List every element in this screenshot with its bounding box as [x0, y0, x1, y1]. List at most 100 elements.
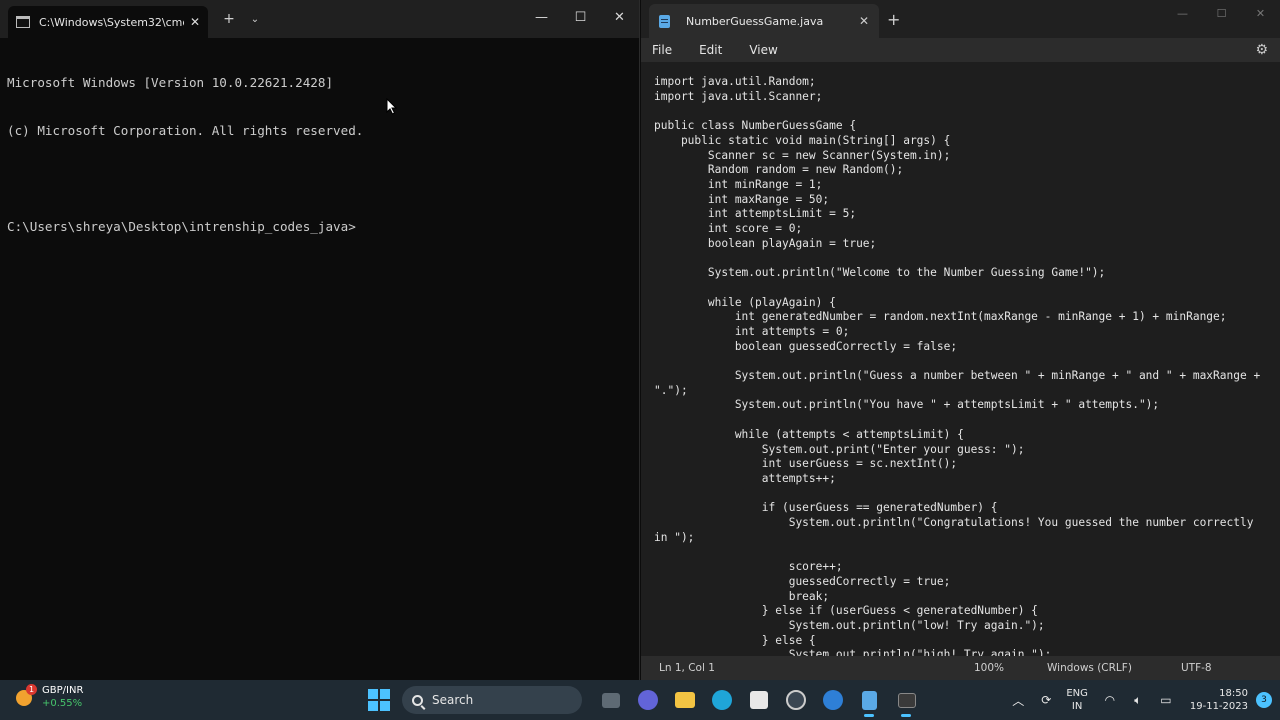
cursor-position: Ln 1, Col 1 [659, 662, 715, 674]
menu-file[interactable]: File [652, 43, 672, 57]
maximize-button[interactable]: ☐ [561, 0, 600, 34]
clock[interactable]: 18:50 19-11-2023 [1190, 687, 1248, 713]
line-ending: Windows (CRLF) [1047, 662, 1132, 674]
notification-badge[interactable]: 3 [1256, 692, 1272, 708]
maximize-button[interactable]: ☐ [1202, 0, 1241, 26]
close-button[interactable]: ✕ [1241, 0, 1280, 26]
gear-icon[interactable]: ⚙ [1255, 42, 1268, 58]
code-line: Random random = new Random(); [654, 163, 904, 177]
code-line: import java.util.Scanner; [654, 89, 823, 103]
language-top: ENG [1066, 688, 1088, 699]
chevron-up-icon[interactable]: ︿ [1004, 692, 1032, 709]
code-line: import java.util.Random; [654, 75, 816, 88]
terminal-tab[interactable]: C:\Windows\System32\cmd.e ✕ [8, 6, 208, 38]
teams-chat-icon[interactable] [629, 685, 666, 715]
terminal-titlebar: C:\Windows\System32\cmd.e ✕ + ⌄ — ☐ ✕ [0, 0, 639, 38]
encoding: UTF-8 [1181, 662, 1212, 674]
wifi-icon[interactable]: ◠ [1096, 693, 1124, 707]
widget-title: GBP/INR [42, 685, 84, 696]
code-text: import java.util.Random; import java.util… [654, 75, 1267, 656]
task-view-icon[interactable] [592, 685, 629, 715]
code-line: score++; [654, 560, 843, 574]
code-line: break; [654, 589, 830, 603]
taskbar-search[interactable]: Search [402, 686, 582, 714]
minimize-button[interactable]: — [1163, 0, 1202, 26]
terminal-window-controls: — ☐ ✕ [522, 0, 639, 34]
system-tray: ︿ ⟳ ENG IN ◠ 🔈︎ ▭ 18:50 19-11-2023 3 [1004, 680, 1280, 720]
file-explorer-icon[interactable] [666, 685, 703, 715]
code-line: System.out.print("Enter your guess: "); [654, 442, 1025, 456]
code-line: System.out.println("Congratulations! You… [654, 516, 1254, 530]
taskbar-apps: Search [368, 685, 925, 717]
mouse-pointer-icon [386, 98, 397, 115]
terminal-taskbar-icon[interactable] [888, 685, 925, 717]
taskbar: 1 GBP/INR +0.55% Search ︿ ⟳ ENG IN ◠ 🔈︎ … [0, 680, 1280, 720]
dell-icon[interactable] [777, 685, 814, 715]
code-line: Scanner sc = new Scanner(System.in); [654, 148, 951, 162]
terminal-line: Microsoft Windows [Version 10.0.22621.24… [7, 75, 334, 90]
widgets-button[interactable]: 1 GBP/INR +0.55% [14, 684, 83, 710]
menu-view[interactable]: View [749, 43, 777, 57]
battery-icon[interactable]: ▭ [1152, 693, 1180, 707]
code-line: boolean playAgain = true; [654, 236, 877, 250]
search-label: Search [432, 693, 474, 707]
close-tab-icon[interactable]: ✕ [859, 14, 869, 28]
code-line: if (userGuess == generatedNumber) { [654, 501, 998, 515]
edge-browser-icon[interactable] [703, 685, 740, 715]
chevron-down-icon[interactable]: ⌄ [242, 14, 268, 25]
code-editor[interactable]: import java.util.Random; import java.util… [641, 64, 1280, 656]
code-line: public static void main(String[] args) { [654, 133, 951, 147]
code-line: "."); [654, 383, 688, 397]
notepad-icon [659, 14, 670, 28]
code-line: System.out.println("low! Try again."); [654, 619, 1045, 633]
code-line: attempts++; [654, 471, 836, 485]
notepad-tab-title: NumberGuessGame.java [686, 14, 824, 28]
volume-icon[interactable]: 🔈︎ [1124, 693, 1152, 708]
language-indicator[interactable]: ENG IN [1066, 687, 1088, 713]
status-bar: Ln 1, Col 1 100% Windows (CRLF) UTF-8 [641, 656, 1280, 680]
close-tab-icon[interactable]: ✕ [190, 15, 200, 29]
notepad-taskbar-icon[interactable] [851, 685, 888, 717]
minimize-button[interactable]: — [522, 0, 561, 34]
code-line: } else if (userGuess < generatedNumber) … [654, 604, 1038, 618]
terminal-prompt: C:\Users\shreya\Desktop\intrenship_codes… [7, 219, 356, 234]
market-widget-icon: 1 [14, 684, 37, 708]
widget-badge: 1 [26, 684, 37, 695]
code-line: int maxRange = 50; [654, 192, 830, 206]
terminal-line: (c) Microsoft Corporation. All rights re… [7, 123, 364, 138]
windows-start-icon[interactable] [368, 689, 390, 711]
code-line: guessedCorrectly = true; [654, 574, 951, 588]
notepad-titlebar: NumberGuessGame.java ✕ + — ☐ ✕ [641, 0, 1280, 38]
terminal-tab-title: C:\Windows\System32\cmd.e [39, 15, 184, 29]
code-line: System.out.println("You have " + attempt… [654, 398, 1160, 412]
code-line: while (playAgain) { [654, 295, 836, 309]
search-icon [412, 694, 423, 706]
menu-edit[interactable]: Edit [699, 43, 722, 57]
code-line: System.out.println("Welcome to the Numbe… [654, 266, 1106, 280]
new-tab-button[interactable]: + [216, 11, 242, 27]
code-line: in "); [654, 530, 695, 544]
code-line: int score = 0; [654, 222, 803, 236]
notepad-window-controls: — ☐ ✕ [1163, 0, 1280, 26]
sync-icon[interactable]: ⟳ [1032, 693, 1060, 707]
close-button[interactable]: ✕ [600, 0, 639, 34]
code-line: int attemptsLimit = 5; [654, 207, 857, 221]
new-tab-button[interactable]: + [887, 10, 900, 29]
notepad-tab[interactable]: NumberGuessGame.java ✕ [649, 4, 879, 38]
notepad-menubar: File Edit View ⚙ [641, 38, 1280, 62]
code-line: boolean guessedCorrectly = false; [654, 339, 958, 353]
code-line: } else { [654, 633, 816, 647]
app-store-icon[interactable] [814, 685, 851, 715]
code-line: System.out.println("high! Try again."); [654, 648, 1052, 656]
code-line: while (attempts < attemptsLimit) { [654, 427, 964, 441]
code-line: int generatedNumber = random.nextInt(max… [654, 310, 1227, 324]
microsoft-store-icon[interactable] [740, 685, 777, 715]
terminal-output[interactable]: Microsoft Windows [Version 10.0.22621.24… [0, 38, 639, 272]
terminal-window: C:\Windows\System32\cmd.e ✕ + ⌄ — ☐ ✕ Mi… [0, 0, 640, 680]
